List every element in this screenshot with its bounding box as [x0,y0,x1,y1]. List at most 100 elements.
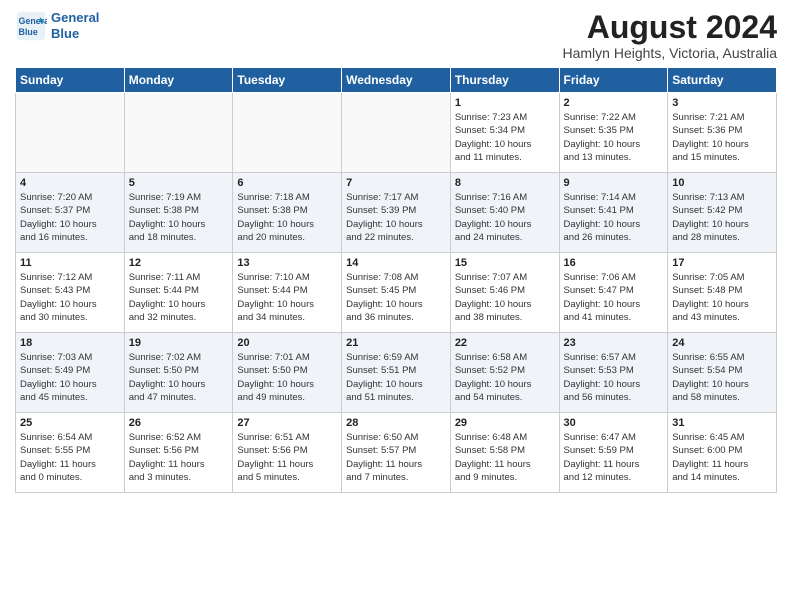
calendar-cell: 27Sunrise: 6:51 AM Sunset: 5:56 PM Dayli… [233,413,342,493]
day-info: Sunrise: 7:12 AM Sunset: 5:43 PM Dayligh… [20,271,120,324]
calendar-cell: 23 Sunrise: 6:57 AM Sunset: 5:53 PM Dayli… [559,333,668,413]
day-number: 8 [455,177,555,189]
week-row-1: 1Sunrise: 7:23 AM Sunset: 5:34 PM Daylig… [16,93,777,173]
day-info: Sunrise: 7:02 AM Sunset: 5:50 PM Dayligh… [129,351,229,404]
day-number: 14 [346,257,446,269]
day-info: Sunrise: 6:45 AM Sunset: 6:00 PM Dayligh… [672,431,772,484]
day-number: 6 [237,177,337,189]
day-info: Sunrise: 7:11 AM Sunset: 5:44 PM Dayligh… [129,271,229,324]
calendar-cell: 31Sunrise: 6:45 AM Sunset: 6:00 PM Dayli… [668,413,777,493]
calendar-cell [233,93,342,173]
day-number: 9 [564,177,664,189]
day-number: 5 [129,177,229,189]
calendar-cell: 22 Sunrise: 6:58 AM Sunset: 5:52 PM Dayli… [450,333,559,413]
day-info: Sunrise: 7:01 AM Sunset: 5:50 PM Dayligh… [237,351,337,404]
day-info: Sunrise: 7:18 AM Sunset: 5:38 PM Dayligh… [237,191,337,244]
day-info: Sunrise: 7:13 AM Sunset: 5:42 PM Dayligh… [672,191,772,244]
calendar-cell: 28 Sunrise: 6:50 AM Sunset: 5:57 PM Dayli… [342,413,451,493]
logo-text: General Blue [51,10,99,41]
day-info: Sunrise: 7:05 AM Sunset: 5:48 PM Dayligh… [672,271,772,324]
day-number: 16 [564,257,664,269]
day-info: Sunrise: 7:17 AM Sunset: 5:39 PM Dayligh… [346,191,446,244]
day-info: Sunrise: 7:20 AM Sunset: 5:37 PM Dayligh… [20,191,120,244]
day-info: Sunrise: 6:54 AM Sunset: 5:55 PM Dayligh… [20,431,120,484]
day-info: Sunrise: 7:08 AM Sunset: 5:45 PM Dayligh… [346,271,446,324]
day-info: Sunrise: 6:47 AM Sunset: 5:59 PM Dayligh… [564,431,664,484]
calendar-table: SundayMondayTuesdayWednesdayThursdayFrid… [15,67,777,493]
day-number: 26 [129,417,229,429]
header: General Blue General Blue August 2024 Ha… [15,10,777,61]
day-info: Sunrise: 6:50 AM Sunset: 5:57 PM Dayligh… [346,431,446,484]
day-info: Sunrise: 7:10 AM Sunset: 5:44 PM Dayligh… [237,271,337,324]
day-info: Sunrise: 6:57 AM Sunset: 5:53 PM Dayligh… [564,351,664,404]
calendar-cell: 1Sunrise: 7:23 AM Sunset: 5:34 PM Daylig… [450,93,559,173]
calendar-cell: 14 Sunrise: 7:08 AM Sunset: 5:45 PM Dayli… [342,253,451,333]
day-number: 12 [129,257,229,269]
calendar-cell: 12 Sunrise: 7:11 AM Sunset: 5:44 PM Dayli… [124,253,233,333]
calendar-cell [342,93,451,173]
day-info: Sunrise: 6:52 AM Sunset: 5:56 PM Dayligh… [129,431,229,484]
day-number: 11 [20,257,120,269]
calendar-cell: 21 Sunrise: 6:59 AM Sunset: 5:51 PM Dayli… [342,333,451,413]
calendar-cell: 13 Sunrise: 7:10 AM Sunset: 5:44 PM Dayli… [233,253,342,333]
day-info: Sunrise: 6:59 AM Sunset: 5:51 PM Dayligh… [346,351,446,404]
day-info: Sunrise: 6:51 AM Sunset: 5:56 PM Dayligh… [237,431,337,484]
day-number: 3 [672,97,772,109]
week-row-5: 25 Sunrise: 6:54 AM Sunset: 5:55 PM Dayli… [16,413,777,493]
day-number: 15 [455,257,555,269]
day-number: 10 [672,177,772,189]
day-number: 22 [455,337,555,349]
day-number: 30 [564,417,664,429]
week-row-2: 4 Sunrise: 7:20 AM Sunset: 5:37 PM Daylig… [16,173,777,253]
day-info: Sunrise: 6:55 AM Sunset: 5:54 PM Dayligh… [672,351,772,404]
week-row-4: 18 Sunrise: 7:03 AM Sunset: 5:49 PM Dayli… [16,333,777,413]
day-number: 29 [455,417,555,429]
weekday-header-wednesday: Wednesday [342,68,451,93]
month-year: August 2024 [563,10,778,45]
calendar-cell: 19Sunrise: 7:02 AM Sunset: 5:50 PM Dayli… [124,333,233,413]
day-info: Sunrise: 6:58 AM Sunset: 5:52 PM Dayligh… [455,351,555,404]
day-number: 21 [346,337,446,349]
day-number: 13 [237,257,337,269]
calendar-cell [16,93,125,173]
calendar-cell: 6 Sunrise: 7:18 AM Sunset: 5:38 PM Daylig… [233,173,342,253]
weekday-header-monday: Monday [124,68,233,93]
calendar-cell: 7 Sunrise: 7:17 AM Sunset: 5:39 PM Daylig… [342,173,451,253]
title-area: August 2024 Hamlyn Heights, Victoria, Au… [563,10,778,61]
calendar-cell: 30 Sunrise: 6:47 AM Sunset: 5:59 PM Dayli… [559,413,668,493]
calendar-cell: 5 Sunrise: 7:19 AM Sunset: 5:38 PM Daylig… [124,173,233,253]
svg-text:Blue: Blue [19,27,38,37]
weekday-header-saturday: Saturday [668,68,777,93]
week-row-3: 11 Sunrise: 7:12 AM Sunset: 5:43 PM Dayli… [16,253,777,333]
day-info: Sunrise: 7:03 AM Sunset: 5:49 PM Dayligh… [20,351,120,404]
day-number: 24 [672,337,772,349]
calendar-cell: 24 Sunrise: 6:55 AM Sunset: 5:54 PM Dayli… [668,333,777,413]
day-number: 28 [346,417,446,429]
weekday-header-friday: Friday [559,68,668,93]
weekday-header-thursday: Thursday [450,68,559,93]
day-number: 1 [455,97,555,109]
day-info: Sunrise: 7:22 AM Sunset: 5:35 PM Dayligh… [564,111,664,164]
weekday-header-row: SundayMondayTuesdayWednesdayThursdayFrid… [16,68,777,93]
calendar-cell: 26 Sunrise: 6:52 AM Sunset: 5:56 PM Dayli… [124,413,233,493]
day-number: 4 [20,177,120,189]
logo: General Blue General Blue [15,10,99,42]
calendar-cell: 2Sunrise: 7:22 AM Sunset: 5:35 PM Daylig… [559,93,668,173]
weekday-header-sunday: Sunday [16,68,125,93]
calendar-cell: 20Sunrise: 7:01 AM Sunset: 5:50 PM Dayli… [233,333,342,413]
calendar-cell: 18 Sunrise: 7:03 AM Sunset: 5:49 PM Dayli… [16,333,125,413]
day-number: 7 [346,177,446,189]
day-info: Sunrise: 7:16 AM Sunset: 5:40 PM Dayligh… [455,191,555,244]
day-info: Sunrise: 7:14 AM Sunset: 5:41 PM Dayligh… [564,191,664,244]
calendar-cell: 29Sunrise: 6:48 AM Sunset: 5:58 PM Dayli… [450,413,559,493]
day-number: 25 [20,417,120,429]
day-info: Sunrise: 7:21 AM Sunset: 5:36 PM Dayligh… [672,111,772,164]
calendar-cell: 17Sunrise: 7:05 AM Sunset: 5:48 PM Dayli… [668,253,777,333]
calendar-cell: 9 Sunrise: 7:14 AM Sunset: 5:41 PM Daylig… [559,173,668,253]
day-info: Sunrise: 7:19 AM Sunset: 5:38 PM Dayligh… [129,191,229,244]
calendar-cell: 8 Sunrise: 7:16 AM Sunset: 5:40 PM Daylig… [450,173,559,253]
day-number: 23 [564,337,664,349]
calendar-cell: 4 Sunrise: 7:20 AM Sunset: 5:37 PM Daylig… [16,173,125,253]
day-number: 18 [20,337,120,349]
logo-icon: General Blue [15,10,47,42]
